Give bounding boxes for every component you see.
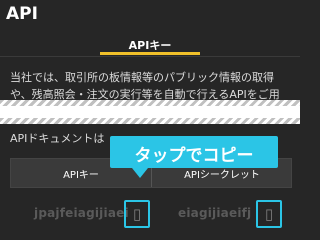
api-secret-value: eiagijiaeifj	[178, 206, 252, 220]
api-key-value: jpajfeiagijiaei	[34, 206, 129, 220]
api-secret-column-header: APIシークレット	[184, 170, 260, 181]
callout-arrow	[132, 168, 148, 178]
app-bar: API	[0, 0, 300, 30]
description-line-1: 当社では、取引所の板情報等のパブリック情報の取得	[10, 71, 274, 84]
api-docs-heading: APIドキュメントは	[10, 132, 105, 145]
app-title: API	[6, 4, 38, 24]
copy-api-secret-button[interactable]: ▯	[256, 200, 282, 228]
copy-icon: ▯	[264, 204, 274, 223]
callout-text: タップでコピー	[134, 146, 254, 166]
api-key-column-header: APIキー	[63, 170, 99, 181]
tap-to-copy-callout: タップでコピー	[110, 136, 278, 168]
tab-divider	[0, 56, 300, 57]
copy-icon: ▯	[132, 204, 142, 223]
torn-edge-divider	[0, 100, 300, 124]
tab-api-key[interactable]: APIキー	[0, 37, 300, 53]
active-tab-indicator	[100, 52, 200, 55]
copy-api-key-button[interactable]: ▯	[124, 200, 150, 228]
